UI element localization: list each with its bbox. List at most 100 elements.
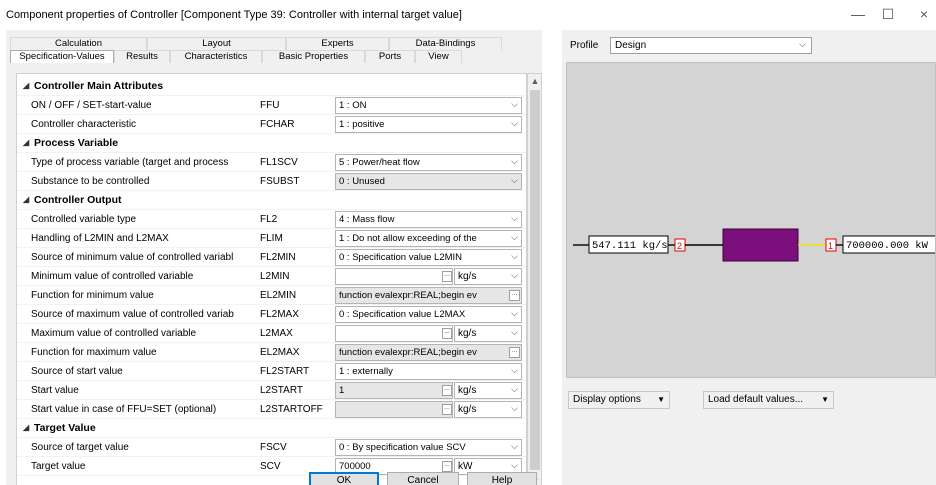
fl2max-select[interactable]: 0 : Specification value L2MAX ⌵	[335, 306, 522, 323]
ellipsis-icon[interactable]: ...	[442, 404, 452, 415]
component-canvas[interactable]: 547.111 kg/s 2 1 700000.000 kW	[566, 62, 936, 378]
ffu-select[interactable]: 1 : ON ⌵	[335, 97, 522, 114]
el2max-function-field[interactable]: function evalexpr:REAL;begin ev...	[335, 344, 522, 361]
cancel-button[interactable]: Cancel	[387, 472, 459, 485]
l2min-unit-select[interactable]: kg/s ⌵	[454, 268, 522, 285]
properties-panel: Calculation Layout Experts Data-Bindings…	[6, 30, 542, 485]
ellipsis-icon[interactable]: ...	[442, 271, 452, 282]
chevron-down-icon: ⌵	[511, 327, 518, 337]
property-row-fscv: Source of target value FSCV 0 : By speci…	[17, 438, 526, 457]
tab-data-bindings[interactable]: Data-Bindings	[389, 37, 502, 50]
fl1scv-select[interactable]: 5 : Power/heat flow ⌵	[335, 154, 522, 171]
port-2-label: 2	[677, 241, 682, 251]
help-button[interactable]: Help	[467, 472, 537, 485]
chevron-down-icon: ⌵	[511, 99, 518, 109]
el2min-function-field[interactable]: function evalexpr:REAL;begin ev...	[335, 287, 522, 304]
fl2start-select[interactable]: 1 : externally ⌵	[335, 363, 522, 380]
property-row-el2max: Function for maximum value EL2MAX functi…	[17, 343, 526, 362]
property-row-l2min: Minimum value of controlled variable L2M…	[17, 267, 526, 286]
component-diagram: 547.111 kg/s 2 1 700000.000 kW	[573, 228, 935, 262]
l2start-input[interactable]: 1	[335, 382, 453, 399]
tab-row-top: Calculation Layout Experts Data-Bindings	[10, 37, 502, 50]
property-row-fchar: Controller characteristic FCHAR 1 : posi…	[17, 115, 526, 134]
collapse-triangle-icon[interactable]: ◢	[23, 195, 29, 204]
l2startoff-unit-select[interactable]: kg/s ⌵	[454, 401, 522, 418]
tab-basic-properties[interactable]: Basic Properties	[262, 50, 365, 63]
property-row-l2start: Start value L2START 1 ... kg/s ⌵	[17, 381, 526, 400]
tab-row-bottom: Specification-Values Results Characteris…	[10, 50, 462, 63]
property-row-flim: Handling of L2MIN and L2MAX FLIM 1 : Do …	[17, 229, 526, 248]
fl2min-select[interactable]: 0 : Specification value L2MIN ⌵	[335, 249, 522, 266]
preview-panel: Profile Design ⌵ 547.111 kg/s 2 1 700000…	[562, 30, 936, 485]
category-process-variable[interactable]: ◢ Process Variable	[17, 134, 526, 153]
flim-select[interactable]: 1 : Do not allow exceeding of the ⌵	[335, 230, 522, 247]
l2max-input[interactable]	[335, 325, 453, 342]
l2max-unit-select[interactable]: kg/s ⌵	[454, 325, 522, 342]
chevron-down-icon: ⌵	[511, 175, 518, 185]
fchar-select[interactable]: 1 : positive ⌵	[335, 116, 522, 133]
scrollbar-thumb[interactable]	[530, 90, 540, 470]
property-row-fsubst: Substance to be controlled FSUBST 0 : Un…	[17, 172, 526, 191]
profile-select[interactable]: Design ⌵	[610, 37, 812, 54]
profile-label: Profile	[570, 40, 599, 51]
property-grid: ◢ Controller Main Attributes ON / OFF / …	[16, 73, 527, 485]
tab-calculation[interactable]: Calculation	[10, 37, 147, 50]
close-button[interactable]: ×	[912, 4, 936, 24]
ok-button[interactable]: OK	[309, 472, 379, 485]
l2min-input[interactable]	[335, 268, 453, 285]
fscv-select[interactable]: 0 : By specification value SCV ⌵	[335, 439, 522, 456]
chevron-down-icon: ⌵	[511, 156, 518, 166]
property-row-l2startoff: Start value in case of FFU=SET (optional…	[17, 400, 526, 419]
tab-results[interactable]: Results	[114, 50, 170, 63]
property-row-fl2start: Source of start value FL2START 1 : exter…	[17, 362, 526, 381]
ellipsis-icon[interactable]: ...	[509, 290, 520, 301]
vertical-scrollbar[interactable]: ▲ ▼	[527, 73, 542, 485]
controller-component-block[interactable]	[722, 228, 799, 262]
tab-layout[interactable]: Layout	[147, 37, 286, 50]
property-row-fl1scv: Type of process variable (target and pro…	[17, 153, 526, 172]
collapse-triangle-icon[interactable]: ◢	[23, 138, 29, 147]
tab-experts[interactable]: Experts	[286, 37, 389, 50]
ellipsis-icon[interactable]: ...	[442, 385, 452, 396]
chevron-down-icon: ⌵	[511, 308, 518, 318]
category-target-value[interactable]: ◢ Target Value	[17, 419, 526, 438]
chevron-down-icon: ⌵	[799, 39, 806, 49]
category-controller-output[interactable]: ◢ Controller Output	[17, 191, 526, 210]
collapse-triangle-icon[interactable]: ◢	[23, 81, 29, 90]
outlet-value-label: 700000.000 kW	[846, 240, 929, 252]
ellipsis-icon[interactable]: ...	[509, 347, 520, 358]
chevron-down-icon: ⌵	[511, 251, 518, 261]
chevron-down-icon: ⌵	[511, 441, 518, 451]
chevron-down-icon: ⌵	[511, 403, 518, 413]
caret-down-icon: ▼	[821, 395, 829, 404]
chevron-down-icon: ⌵	[511, 232, 518, 242]
tab-ports[interactable]: Ports	[365, 50, 415, 63]
chevron-down-icon: ⌵	[511, 460, 518, 470]
property-row-fl2min: Source of minimum value of controlled va…	[17, 248, 526, 267]
chevron-down-icon: ⌵	[511, 270, 518, 280]
chevron-down-icon: ⌵	[511, 384, 518, 394]
category-controller-main-attributes[interactable]: ◢ Controller Main Attributes	[17, 77, 526, 96]
ellipsis-icon[interactable]: ...	[442, 328, 452, 339]
caret-down-icon: ▼	[657, 395, 665, 404]
property-row-el2min: Function for minimum value EL2MIN functi…	[17, 286, 526, 305]
inlet-value-label: 547.111 kg/s	[592, 240, 668, 252]
property-row-fl2max: Source of maximum value of controlled va…	[17, 305, 526, 324]
ellipsis-icon[interactable]: ...	[442, 461, 452, 472]
maximize-button[interactable]: ☐	[876, 4, 900, 24]
fsubst-select[interactable]: 0 : Unused ⌵	[335, 173, 522, 190]
tab-specification-values[interactable]: Specification-Values	[10, 50, 114, 63]
tab-characteristics[interactable]: Characteristics	[170, 50, 262, 63]
fl2-select[interactable]: 4 : Mass flow ⌵	[335, 211, 522, 228]
l2start-unit-select[interactable]: kg/s ⌵	[454, 382, 522, 399]
load-default-values-button[interactable]: Load default values... ▼	[703, 391, 834, 409]
l2startoff-input[interactable]	[335, 401, 453, 418]
display-options-button[interactable]: Display options ▼	[568, 391, 670, 409]
property-row-l2max: Maximum value of controlled variable L2M…	[17, 324, 526, 343]
minimize-button[interactable]: —	[846, 4, 870, 24]
chevron-down-icon: ⌵	[511, 213, 518, 223]
collapse-triangle-icon[interactable]: ◢	[23, 423, 29, 432]
tab-view[interactable]: View	[415, 50, 462, 63]
property-row-fl2: Controlled variable type FL2 4 : Mass fl…	[17, 210, 526, 229]
scroll-up-icon[interactable]: ▲	[530, 76, 540, 86]
